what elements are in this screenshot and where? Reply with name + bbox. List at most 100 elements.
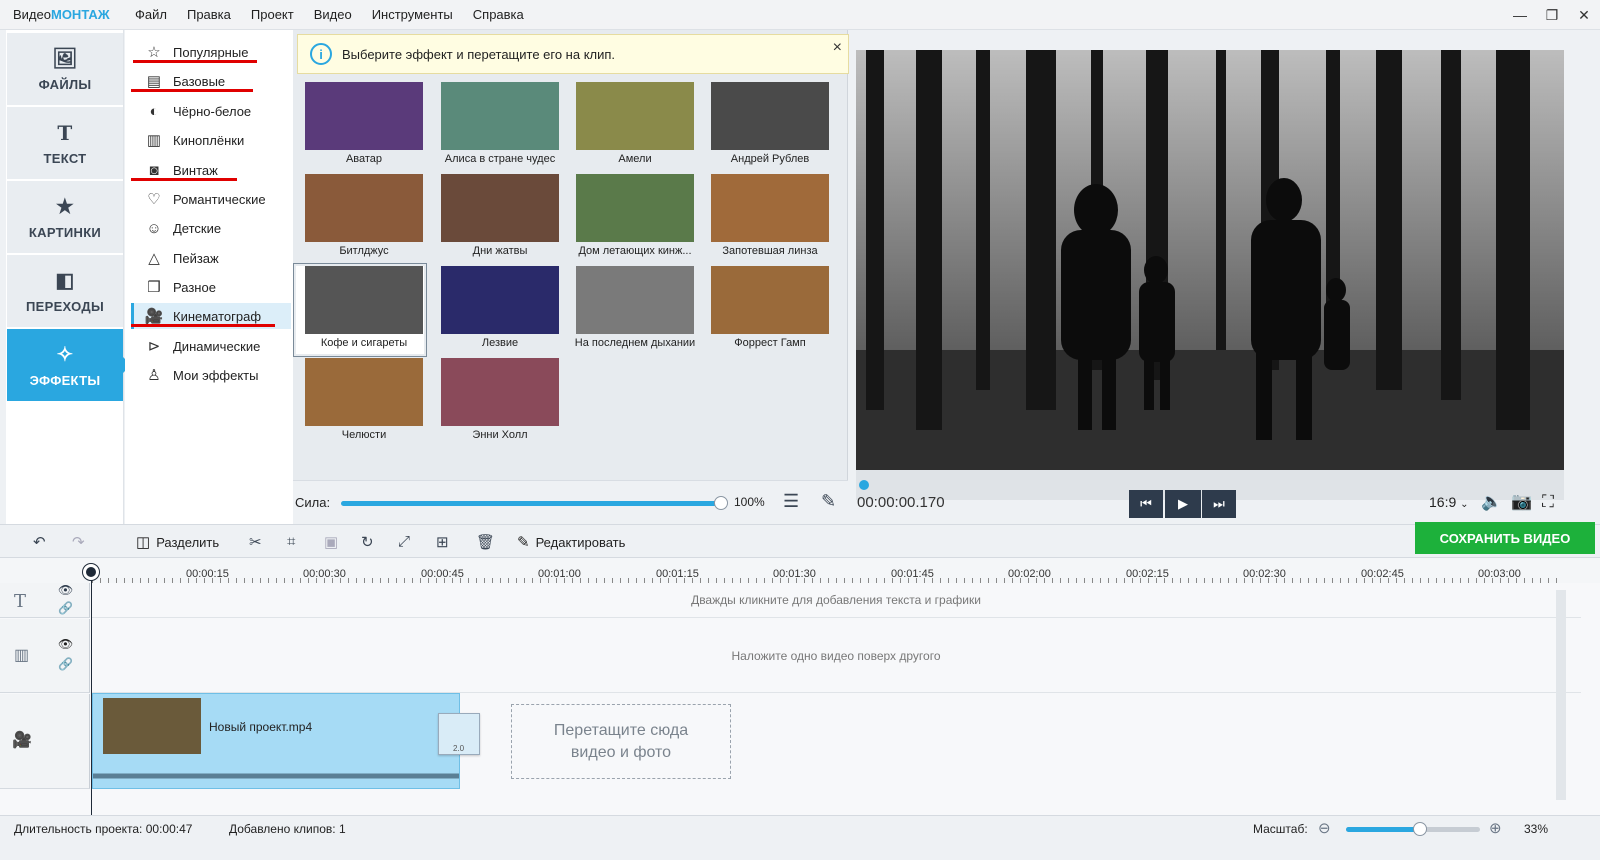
playhead-line — [91, 568, 92, 820]
effect-preview — [305, 266, 423, 334]
scissors-icon[interactable]: ✂ — [249, 533, 262, 551]
volume-icon[interactable]: 🔈 — [1481, 492, 1502, 512]
brush-icon[interactable]: ✎ — [821, 491, 836, 512]
clips-label: Добавлено клипов: — [229, 822, 336, 836]
menu-help[interactable]: Справка — [473, 7, 524, 22]
trash-icon[interactable]: 🗑 — [476, 533, 495, 551]
redo-icon[interactable]: ↷ — [72, 533, 85, 551]
menu-tools[interactable]: Инструменты — [372, 7, 453, 22]
category-bw[interactable]: ◐ Чёрно-белое — [131, 98, 291, 124]
effect-thumb[interactable]: Дни жатвы — [432, 174, 560, 262]
eye-icon[interactable]: 👁 — [58, 583, 73, 597]
close-window-icon[interactable]: ✕ — [1568, 7, 1600, 24]
video-clip[interactable]: Новый проект.mp4 — [92, 693, 460, 789]
fullscreen-icon[interactable]: ⛶ — [1542, 492, 1554, 512]
effect-thumb[interactable]: Челюсти — [296, 358, 424, 446]
zoom-in-icon[interactable]: ⊕ — [1489, 819, 1502, 837]
effect-thumb-selected[interactable]: Кофе и сигареты — [293, 263, 427, 357]
text-track[interactable]: Дважды кликните для добавления текста и … — [91, 583, 1581, 618]
split-button[interactable]: ◫ Разделить — [136, 533, 219, 551]
effect-label: Челюсти — [341, 429, 387, 441]
category-film[interactable]: ▥ Киноплёнки — [131, 127, 291, 153]
effect-thumb[interactable]: Амели — [567, 82, 695, 170]
aspect-select[interactable]: 16:9 ⌄ — [1429, 494, 1469, 510]
strength-knob[interactable] — [714, 496, 728, 510]
tab-files[interactable]: 🖼 ФАЙЛЫ — [7, 33, 123, 105]
play-icon[interactable]: ▶ — [1165, 490, 1201, 518]
zoom-slider[interactable] — [1346, 822, 1480, 836]
effect-thumb[interactable]: Форрест Гамп — [702, 266, 830, 354]
undo-icon[interactable]: ↶ — [33, 533, 46, 551]
strength-slider[interactable] — [341, 501, 721, 506]
tab-text[interactable]: T ТЕКСТ — [7, 107, 123, 179]
snapshot-icon[interactable]: 📷 — [1511, 492, 1532, 512]
effect-thumb[interactable]: На последнем дыхании — [567, 266, 695, 354]
tab-effects[interactable]: ✧ ЭФФЕКТЫ — [7, 329, 131, 401]
effect-label: Битлджус — [339, 245, 389, 257]
category-label: Пейзаж — [173, 250, 219, 266]
next-frame-icon[interactable]: ⏭ — [1202, 490, 1236, 518]
sliders-icon[interactable]: ☰ — [783, 491, 799, 512]
playhead-handle[interactable] — [83, 564, 99, 580]
effect-thumb[interactable]: Энни Холл — [432, 358, 560, 446]
clip-thumbnail — [103, 698, 201, 754]
rotate-icon[interactable]: ↻ — [361, 533, 374, 551]
seek-handle[interactable] — [859, 480, 869, 490]
timeline-ruler[interactable]: 00:00:15 00:00:30 00:00:45 00:01:00 00:0… — [0, 557, 1600, 584]
eye-icon[interactable]: 👁 — [58, 637, 73, 651]
effect-thumb[interactable]: Дом летающих кинж... — [567, 174, 695, 262]
mountain-icon: △ — [148, 250, 160, 267]
category-romantic[interactable]: ♡ Романтические — [131, 186, 291, 212]
transitions-icon: ◧ — [55, 270, 75, 292]
overlay-track[interactable]: Наложите одно видео поверх другого — [91, 619, 1581, 693]
add-clip-icon[interactable]: ⊞ — [436, 533, 449, 551]
tab-label: ЭФФЕКТЫ — [29, 373, 101, 388]
effect-thumb[interactable]: Запотевшая линза — [702, 174, 830, 262]
effect-preview — [711, 82, 829, 150]
tab-images[interactable]: ★ КАРТИНКИ — [7, 181, 123, 253]
menu-edit[interactable]: Правка — [187, 7, 231, 22]
clips-status: Добавлено клипов: 1 — [229, 822, 346, 836]
text-track-header: T 👁 🔗 — [0, 583, 90, 618]
transition-marker[interactable]: 2.0 — [438, 713, 480, 755]
zoom-knob[interactable] — [1412, 822, 1427, 836]
video-camera-icon: 🎥 — [12, 732, 32, 749]
maximize-icon[interactable]: ❐ — [1536, 7, 1568, 24]
drop-zone[interactable]: Перетащите сюда видео и фото — [511, 704, 731, 779]
effect-label: Лезвие — [481, 337, 519, 349]
effect-preview — [305, 174, 423, 242]
effect-thumb[interactable]: Андрей Рублев — [702, 82, 830, 170]
effect-thumb[interactable]: Аватар — [296, 82, 424, 170]
timeline-scrollbar[interactable] — [1556, 590, 1566, 800]
category-misc[interactable]: ❒ Разное — [131, 274, 291, 300]
effect-thumb[interactable]: Битлджус — [296, 174, 424, 262]
effect-thumb[interactable]: Лезвие — [432, 266, 560, 354]
close-icon[interactable]: × — [833, 39, 842, 57]
aspect-value: 16:9 — [1429, 494, 1457, 510]
link-icon[interactable]: 🔗 — [58, 601, 73, 615]
menu-file[interactable]: Файл — [135, 7, 167, 22]
edit-button[interactable]: ✎ Редактировать — [517, 533, 625, 551]
overlay-track-hint: Наложите одно видео поверх другого — [731, 649, 941, 663]
duration-status: Длительность проекта: 00:00:47 — [14, 822, 192, 836]
minimize-icon[interactable]: — — [1504, 7, 1536, 23]
category-dynamic[interactable]: ⊳ Динамические — [131, 333, 291, 359]
category-kids[interactable]: ☺ Детские — [131, 215, 291, 241]
category-my-effects[interactable]: ♙ Мои эффекты — [131, 362, 291, 388]
frame-icon[interactable]: ▣ — [324, 533, 338, 551]
menu-video[interactable]: Видео — [314, 7, 352, 22]
link-icon[interactable]: 🔗 — [58, 657, 73, 671]
transport-controls: 00:00:00.170 ⏮ ▶ ⏭ 16:9 ⌄ 🔈 📷 ⛶ — [856, 490, 1600, 520]
overlay-track-header: ▥ 👁 🔗 — [0, 619, 90, 693]
crop-icon[interactable]: ⌗ — [287, 533, 295, 550]
zoom-out-icon[interactable]: ⊖ — [1318, 819, 1331, 837]
prev-frame-icon[interactable]: ⏮ — [1129, 490, 1163, 518]
tab-transitions[interactable]: ◧ ПЕРЕХОДЫ — [7, 255, 123, 327]
save-video-button[interactable]: СОХРАНИТЬ ВИДЕО — [1415, 522, 1595, 554]
effect-thumb[interactable]: Алиса в стране чудес — [432, 82, 560, 170]
magic-wand-icon: ✧ — [56, 344, 74, 366]
category-landscape[interactable]: △ Пейзаж — [131, 245, 291, 271]
resize-icon[interactable]: ⤢ — [398, 533, 410, 550]
menu-project[interactable]: Проект — [251, 7, 294, 22]
effect-label: Андрей Рублев — [730, 153, 810, 165]
